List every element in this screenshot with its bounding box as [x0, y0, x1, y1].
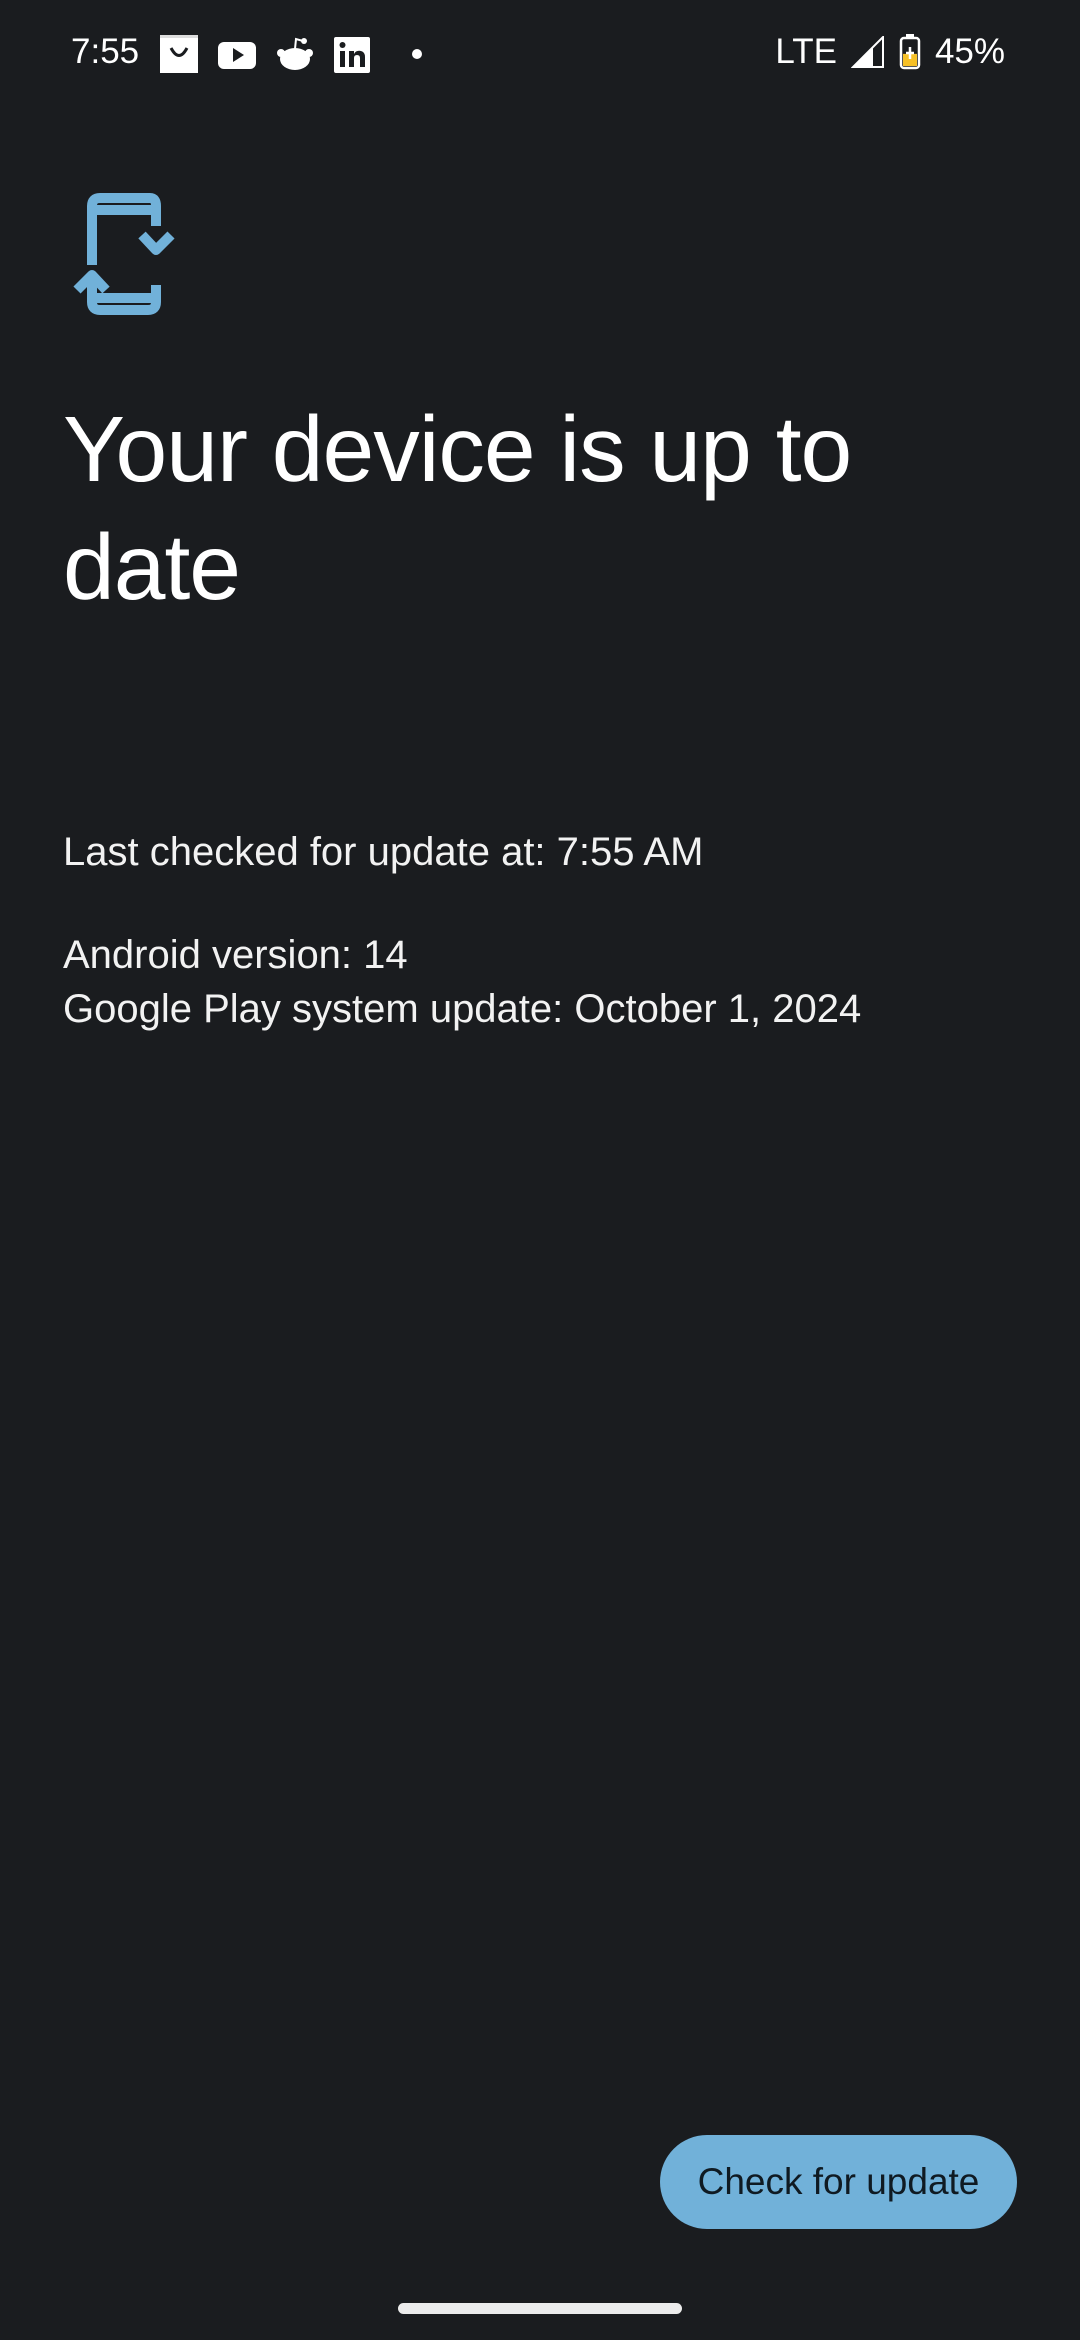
notification-icons [160, 35, 422, 73]
gesture-home-bar[interactable] [398, 2303, 682, 2314]
battery-percent: 45% [934, 32, 1005, 71]
youtube-icon [218, 42, 256, 69]
signal-icon [850, 36, 884, 68]
system-status: LTE 45% [775, 32, 1005, 72]
battery-charging-icon [899, 34, 921, 70]
check-for-update-button[interactable]: Check for update [660, 2135, 1017, 2229]
more-notifications-dot-icon [412, 49, 422, 59]
linkedin-icon [334, 37, 370, 73]
page-title: Your device is up to date [63, 397, 852, 619]
status-bar: 7:55 LTE 45% [0, 0, 1080, 110]
system-update-icon [73, 193, 175, 315]
android-version-text: Android version: 14 [63, 933, 408, 977]
status-time: 7:55 [71, 32, 140, 71]
network-type: LTE [775, 32, 837, 71]
reddit-icon [277, 37, 313, 70]
last-checked-text: Last checked for update at: 7:55 AM [63, 830, 704, 874]
google-play-update-text: Google Play system update: October 1, 20… [63, 987, 862, 1031]
shopping-bag-icon [160, 35, 198, 73]
